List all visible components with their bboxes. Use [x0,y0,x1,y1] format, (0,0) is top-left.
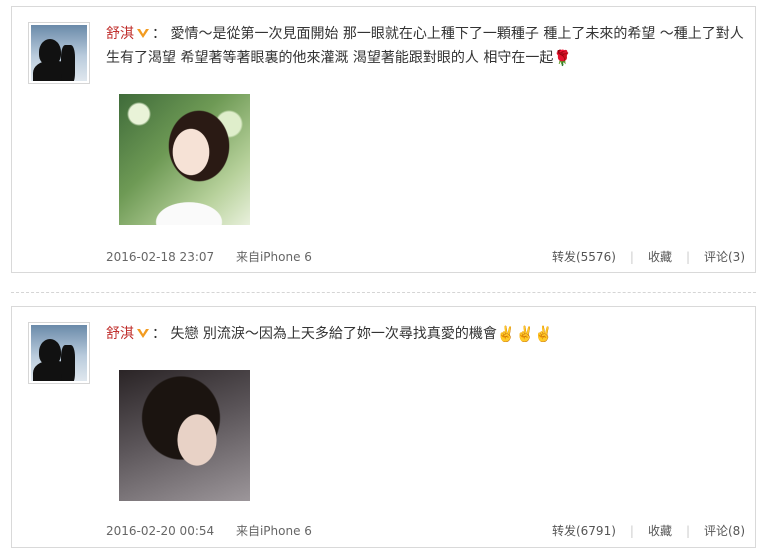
post-separator [11,292,756,293]
author-name[interactable]: 舒淇 [106,26,134,42]
post-actions: 转发(5576) | 收藏 | 评论(3) [552,248,745,265]
favorite-button[interactable]: 收藏 [648,524,672,538]
timestamp-link[interactable]: 2016-02-20 00:54 [106,524,214,538]
source-label: 来自iPhone 6 [235,250,312,264]
post-text: 愛情～是從第一次見面開始 那一眼就在心上種下了一顆種子 種上了未來的希望 ～種上… [106,26,744,66]
post-photo[interactable] [119,370,250,501]
avatar[interactable] [28,322,90,384]
rose-emoji-icon: 🌹 [553,49,573,67]
weibo-post-2: 舒淇 ： 失戀 別流淚～因為上天多給了妳一次尋找真愛的機會✌️✌️✌️ 2016-… [11,306,756,548]
timestamp-link[interactable]: 2016-02-18 23:07 [106,250,214,264]
post-content: 舒淇 ： 愛情～是從第一次見面開始 那一眼就在心上種下了一顆種子 種上了未來的希望… [106,22,746,70]
divider: | [629,524,634,538]
divider: | [629,250,634,264]
verified-badge-icon [137,329,149,338]
victory-hand-emoji-icon: ✌️✌️✌️ [496,325,553,343]
source-label: 来自iPhone 6 [235,524,312,538]
divider: | [685,250,690,264]
colon: ： [152,326,166,342]
weibo-post-1: 舒淇 ： 愛情～是從第一次見面開始 那一眼就在心上種下了一顆種子 種上了未來的希望… [11,6,756,273]
comment-button[interactable]: 评论(3) [704,250,745,264]
author-name[interactable]: 舒淇 [106,326,134,342]
avatar[interactable] [28,22,90,84]
post-text: 失戀 別流淚～因為上天多給了妳一次尋找真愛的機會 [170,326,497,342]
divider: | [685,524,690,538]
repost-button[interactable]: 转发(5576) [552,250,616,264]
colon: ： [152,26,166,42]
comment-button[interactable]: 评论(8) [704,524,745,538]
verified-badge-icon [137,29,149,38]
repost-button[interactable]: 转发(6791) [552,524,616,538]
post-meta: 2016-02-20 00:54 来自iPhone 6 [106,522,330,539]
post-photo[interactable] [119,94,250,225]
favorite-button[interactable]: 收藏 [648,250,672,264]
post-content: 舒淇 ： 失戀 別流淚～因為上天多給了妳一次尋找真愛的機會✌️✌️✌️ [106,322,746,346]
post-meta: 2016-02-18 23:07 来自iPhone 6 [106,248,330,265]
post-actions: 转发(6791) | 收藏 | 评论(8) [552,522,745,539]
